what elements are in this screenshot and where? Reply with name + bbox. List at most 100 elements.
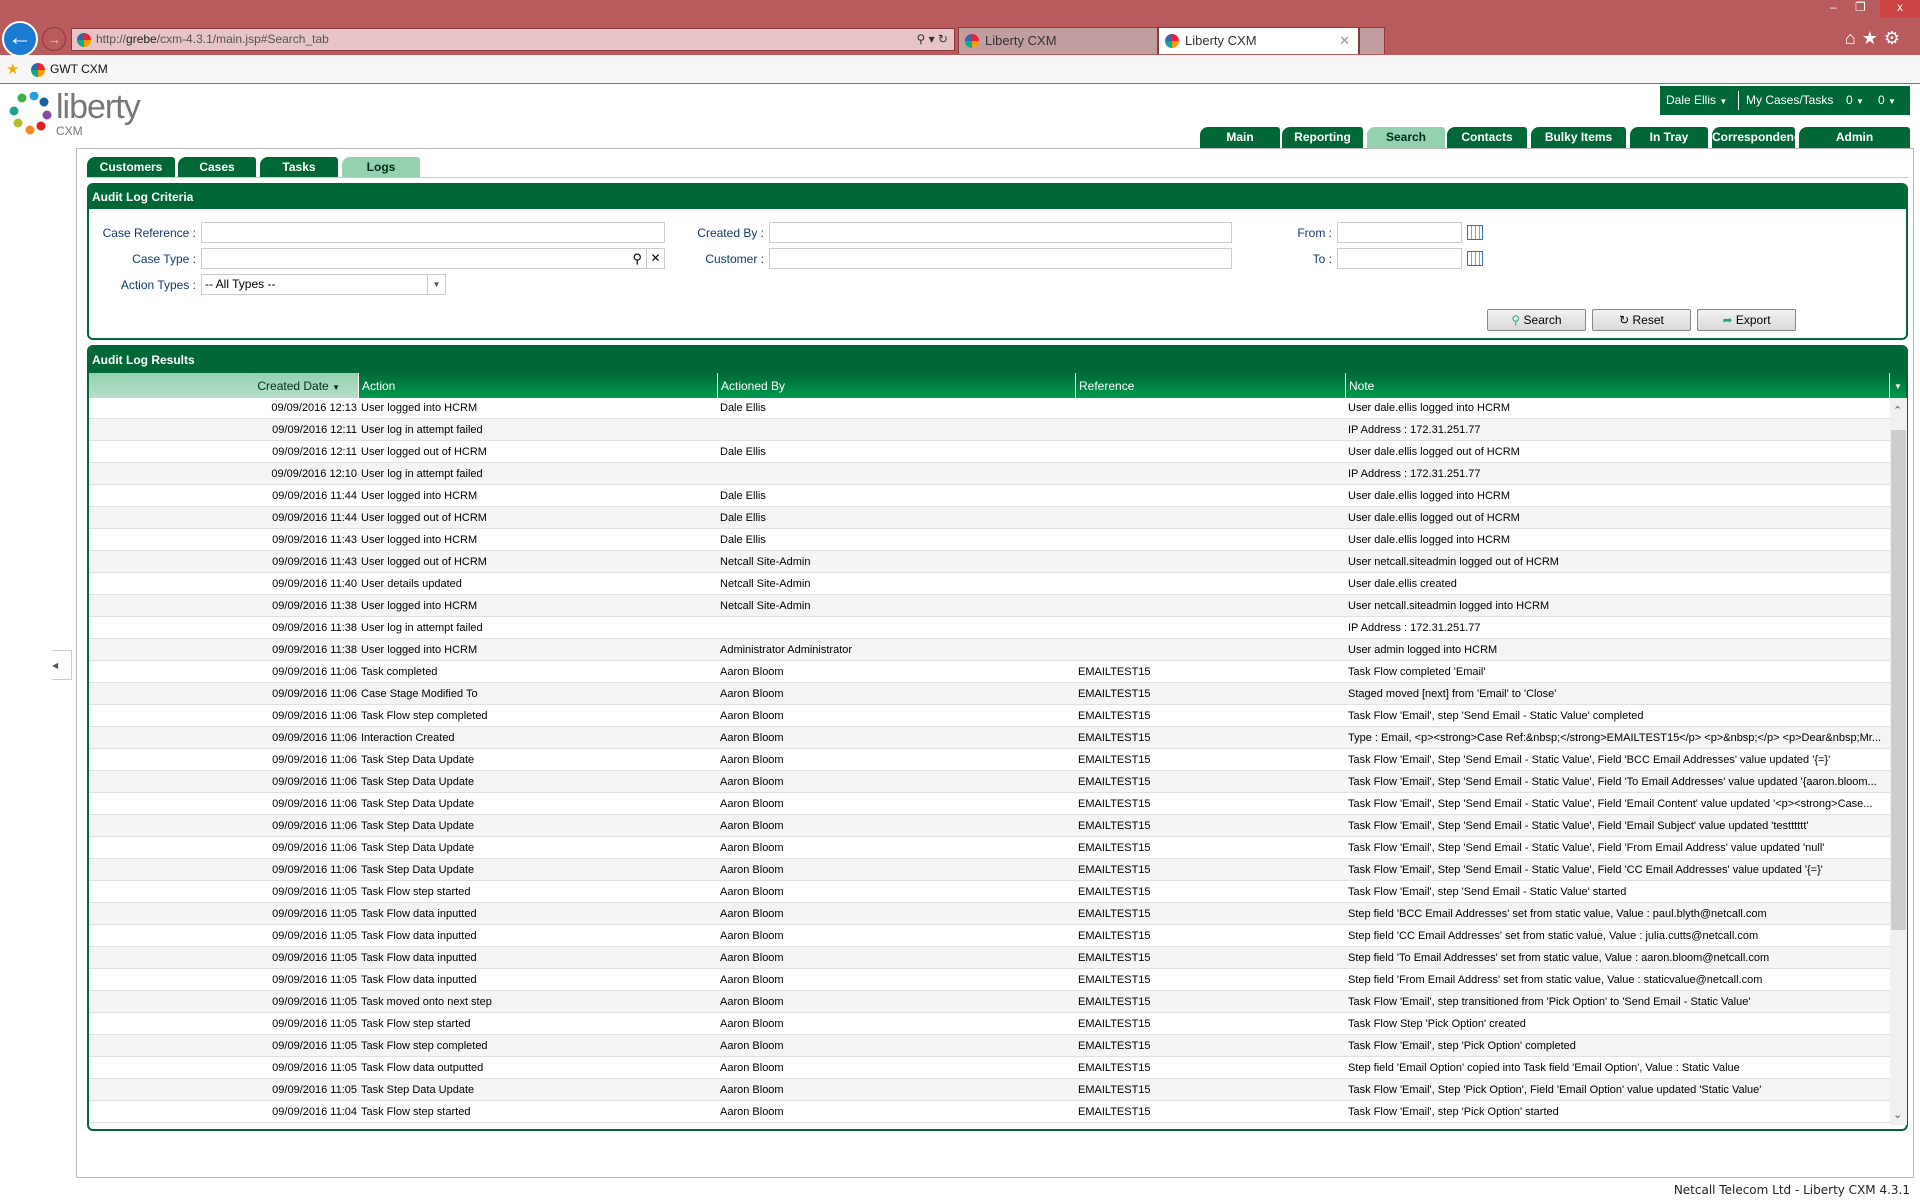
subtab-cases[interactable]: Cases bbox=[178, 157, 256, 177]
cases-count: 0 bbox=[1846, 93, 1853, 107]
forward-button[interactable]: → bbox=[42, 27, 66, 51]
table-row[interactable]: 09/09/2016 12:10 User log in attempt fail… bbox=[89, 463, 1890, 485]
table-row[interactable]: 09/09/2016 11:44 User logged into HCRM Dal… bbox=[89, 485, 1890, 507]
cases-count-menu[interactable]: 0 ▼ bbox=[1846, 86, 1864, 116]
scroll-down-icon[interactable]: ⌄ bbox=[1893, 1108, 1902, 1121]
created-by-label: Created By : bbox=[697, 226, 764, 240]
tab-bulky-items[interactable]: Bulky Items bbox=[1531, 127, 1626, 148]
window-controls[interactable]: – ❐ x bbox=[1790, 0, 1920, 18]
tab-main[interactable]: Main bbox=[1200, 127, 1280, 148]
search-button[interactable]: ⚲ Search bbox=[1487, 309, 1586, 331]
back-button[interactable]: ← bbox=[2, 21, 38, 57]
table-row[interactable]: 09/09/2016 11:06 Task Step Data Update Aar… bbox=[89, 793, 1890, 815]
calendar-icon[interactable] bbox=[1467, 251, 1483, 266]
to-date-input[interactable] bbox=[1337, 248, 1462, 269]
table-row[interactable]: 09/09/2016 11:44 User logged out of HCRM D… bbox=[89, 507, 1890, 529]
cell-reference: EMAILTEST15 bbox=[1078, 908, 1151, 920]
table-row[interactable]: 09/09/2016 11:38 User log in attempt fail… bbox=[89, 617, 1890, 639]
table-row[interactable]: 09/09/2016 11:05 Task Flow data inputted A… bbox=[89, 969, 1890, 991]
created-by-input[interactable] bbox=[769, 222, 1232, 243]
column-reference[interactable]: Reference bbox=[1076, 373, 1346, 398]
table-row[interactable]: 09/09/2016 11:05 Task Flow step started Aa… bbox=[89, 1013, 1890, 1035]
subtab-customers[interactable]: Customers bbox=[87, 157, 175, 177]
close-tab-icon[interactable]: ✕ bbox=[1339, 28, 1350, 54]
add-favorite-icon[interactable]: ★ bbox=[6, 60, 19, 78]
from-date-input[interactable] bbox=[1337, 222, 1462, 243]
subtab-tasks[interactable]: Tasks bbox=[260, 157, 338, 177]
search-refresh-icons[interactable]: ⚲ ▾ ↻ bbox=[916, 29, 948, 50]
new-tab-button[interactable] bbox=[1359, 27, 1385, 54]
browser-tab[interactable]: Liberty CXM bbox=[958, 27, 1158, 54]
table-row[interactable]: 09/09/2016 11:05 Task Flow step started Aa… bbox=[89, 881, 1890, 903]
column-action[interactable]: Action bbox=[359, 373, 718, 398]
scroll-up-icon[interactable]: ⌃ bbox=[1893, 404, 1902, 417]
address-bar[interactable]: http://grebe/cxm-4.3.1/main.jsp#Search_t… bbox=[71, 28, 955, 51]
tab-correspondence[interactable]: Correspondence bbox=[1712, 127, 1807, 148]
favorites-star-icon[interactable]: ★ bbox=[1862, 28, 1884, 48]
table-row[interactable]: 09/09/2016 11:06 Case Stage Modified To Aa… bbox=[89, 683, 1890, 705]
tab-in-tray[interactable]: In Tray bbox=[1630, 127, 1708, 148]
table-row[interactable]: 09/09/2016 11:06 Task Step Data Update Aar… bbox=[89, 859, 1890, 881]
user-bar: Dale Ellis ▼ My Cases/Tasks 0 ▼ 0 ▼ bbox=[1660, 86, 1910, 115]
cell-created-date: 09/09/2016 11:44 bbox=[272, 512, 357, 524]
table-row[interactable]: 09/09/2016 12:11 User log in attempt fail… bbox=[89, 419, 1890, 441]
table-row[interactable]: 09/09/2016 11:04 Task Flow step started Aa… bbox=[89, 1101, 1890, 1123]
cell-actioned-by: Aaron Bloom bbox=[720, 1106, 784, 1118]
browser-tools[interactable]: ⌂★⚙ bbox=[1845, 28, 1906, 49]
subtab-logs[interactable]: Logs bbox=[342, 157, 420, 177]
tab-search[interactable]: Search bbox=[1367, 127, 1445, 148]
table-row[interactable]: 09/09/2016 11:05 Task moved onto next ste… bbox=[89, 991, 1890, 1013]
table-row[interactable]: 09/09/2016 11:40 User details updated Netc… bbox=[89, 573, 1890, 595]
user-menu[interactable]: Dale Ellis ▼ bbox=[1666, 86, 1727, 116]
cell-note: Task Flow completed 'Email' bbox=[1348, 666, 1486, 678]
table-row[interactable]: 09/09/2016 11:05 Task Flow data inputted A… bbox=[89, 947, 1890, 969]
table-row[interactable]: 09/09/2016 11:05 Task Flow step completed… bbox=[89, 1035, 1890, 1057]
gear-icon[interactable]: ⚙ bbox=[1884, 28, 1906, 48]
collapse-sidebar-handle[interactable]: ◀ bbox=[52, 650, 72, 680]
home-icon[interactable]: ⌂ bbox=[1845, 28, 1862, 48]
cell-actioned-by: Aaron Bloom bbox=[720, 1084, 784, 1096]
table-row[interactable]: 09/09/2016 11:43 User logged into HCRM Dal… bbox=[89, 529, 1890, 551]
browser-tab-active[interactable]: Liberty CXM ✕ bbox=[1158, 27, 1359, 54]
customer-input[interactable] bbox=[769, 248, 1232, 269]
table-row[interactable]: 09/09/2016 11:06 Task Flow step completed… bbox=[89, 705, 1890, 727]
export-button[interactable]: ➦ Export bbox=[1697, 309, 1796, 331]
table-row[interactable]: 09/09/2016 11:05 Task Step Data Update Aar… bbox=[89, 1079, 1890, 1101]
tab-admin[interactable]: Admin bbox=[1799, 127, 1910, 148]
scrollbar-thumb[interactable] bbox=[1891, 430, 1906, 930]
table-row[interactable]: 09/09/2016 11:06 Task completed Aaron Bloo… bbox=[89, 661, 1890, 683]
action-types-select[interactable]: -- All Types -- ▼ bbox=[201, 274, 446, 295]
table-row[interactable]: 09/09/2016 12:11 User logged out of HCRM D… bbox=[89, 441, 1890, 463]
table-row[interactable]: 09/09/2016 11:06 Interaction Created Aaron… bbox=[89, 727, 1890, 749]
action-types-value: -- All Types -- bbox=[205, 277, 276, 291]
chevron-down-icon: ▼ bbox=[1856, 97, 1864, 106]
column-menu-icon[interactable]: ▼ bbox=[1890, 373, 1906, 398]
tab-reporting[interactable]: Reporting bbox=[1282, 127, 1363, 148]
case-type-input[interactable]: ⚲ ✕ bbox=[201, 248, 665, 269]
table-row[interactable]: 09/09/2016 11:05 Task Flow data outputted… bbox=[89, 1057, 1890, 1079]
table-row[interactable]: 09/09/2016 11:43 User logged out of HCRM N… bbox=[89, 551, 1890, 573]
minimize-icon[interactable]: – bbox=[1830, 0, 1837, 14]
table-row[interactable]: 09/09/2016 11:38 User logged into HCRM Adm… bbox=[89, 639, 1890, 661]
reset-button[interactable]: ↻ Reset bbox=[1592, 309, 1691, 331]
column-actioned-by[interactable]: Actioned By bbox=[718, 373, 1076, 398]
cell-action: User logged into HCRM bbox=[361, 490, 478, 502]
tab-contacts[interactable]: Contacts bbox=[1447, 127, 1527, 148]
tasks-count-menu[interactable]: 0 ▼ bbox=[1878, 86, 1896, 116]
table-row[interactable]: 09/09/2016 11:38 User logged into HCRM Net… bbox=[89, 595, 1890, 617]
customer-label: Customer : bbox=[705, 252, 764, 266]
calendar-icon[interactable] bbox=[1467, 225, 1483, 240]
table-row[interactable]: 09/09/2016 11:05 Task Flow data inputted A… bbox=[89, 903, 1890, 925]
table-row[interactable]: 09/09/2016 11:06 Task Step Data Update Aar… bbox=[89, 837, 1890, 859]
column-created-date[interactable]: Created Date ▼ bbox=[89, 373, 359, 398]
table-row[interactable]: 09/09/2016 11:06 Task Step Data Update Aar… bbox=[89, 815, 1890, 837]
column-note[interactable]: Note bbox=[1346, 373, 1890, 398]
close-window-icon[interactable]: x bbox=[1880, 0, 1920, 18]
table-row[interactable]: 09/09/2016 11:05 Task Flow data inputted A… bbox=[89, 925, 1890, 947]
table-row[interactable]: 09/09/2016 12:13 User logged into HCRM Dal… bbox=[89, 397, 1890, 419]
case-reference-input[interactable] bbox=[201, 222, 665, 243]
restore-icon[interactable]: ❐ bbox=[1855, 0, 1866, 14]
favorite-link[interactable]: GWT CXM bbox=[50, 62, 108, 76]
table-row[interactable]: 09/09/2016 11:06 Task Step Data Update Aar… bbox=[89, 749, 1890, 771]
table-row[interactable]: 09/09/2016 11:06 Task Step Data Update Aar… bbox=[89, 771, 1890, 793]
